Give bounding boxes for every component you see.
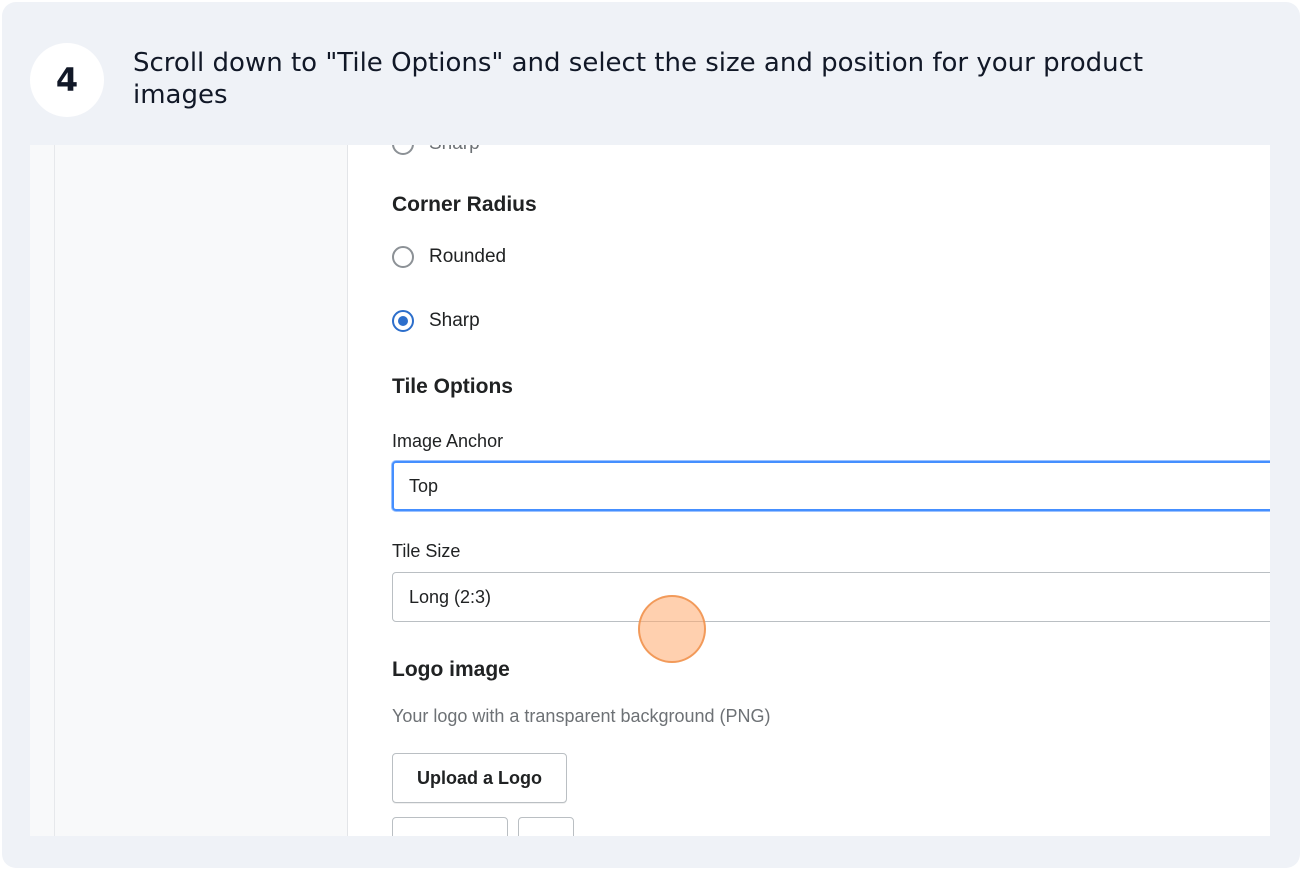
tile-size-label: Tile Size <box>392 541 461 561</box>
sidebar-divider <box>54 145 55 836</box>
click-indicator <box>638 595 706 663</box>
partial-control-right[interactable] <box>518 817 574 836</box>
step-number-badge: 4 <box>30 43 104 117</box>
radio-button-checked[interactable] <box>392 310 414 332</box>
settings-sidebar <box>30 145 348 836</box>
tile-size-select[interactable]: Long (2:3) <box>392 572 1270 622</box>
partial-control-left[interactable] <box>392 817 508 836</box>
tutorial-step-card: 4 Scroll down to "Tile Options" and sele… <box>2 2 1300 868</box>
radio-label: Sharp <box>429 145 480 155</box>
tile-options-heading: Tile Options <box>392 375 513 398</box>
logo-image-help-text: Your logo with a transparent background … <box>392 706 771 726</box>
corner-radius-heading: Corner Radius <box>392 193 537 216</box>
radio-option-sharp-partial[interactable]: Sharp <box>392 145 480 155</box>
logo-image-heading: Logo image <box>392 658 510 681</box>
radio-button[interactable] <box>392 246 414 268</box>
settings-panel: Sharp Corner Radius Rounded Sharp Tile O… <box>348 145 1270 836</box>
tile-size-value: Long (2:3) <box>409 586 492 607</box>
image-anchor-value: Top <box>409 475 439 496</box>
radio-option-sharp[interactable]: Sharp <box>392 310 480 332</box>
screenshot-frame: Sharp Corner Radius Rounded Sharp Tile O… <box>30 145 1270 836</box>
radio-option-rounded[interactable]: Rounded <box>392 246 506 268</box>
upload-logo-button[interactable]: Upload a Logo <box>392 753 567 803</box>
image-anchor-label: Image Anchor <box>392 431 504 451</box>
radio-button[interactable] <box>392 145 414 155</box>
step-instruction: Scroll down to "Tile Options" and select… <box>133 48 1144 110</box>
radio-label: Sharp <box>429 310 480 331</box>
radio-label: Rounded <box>429 246 507 267</box>
image-anchor-select[interactable]: Top <box>392 461 1270 511</box>
